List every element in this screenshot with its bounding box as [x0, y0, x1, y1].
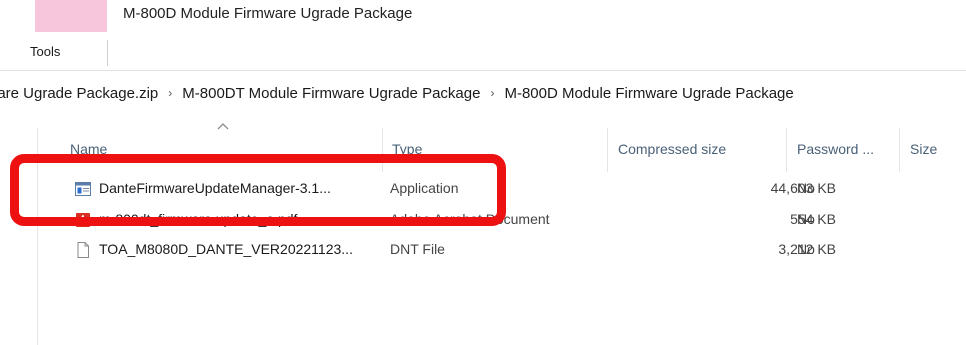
file-name[interactable]: TOA_M8080D_DANTE_VER20221123... [99, 241, 353, 257]
document-icon [77, 242, 89, 258]
column-divider[interactable] [899, 128, 900, 172]
file-password: No [797, 180, 815, 196]
column-divider[interactable] [607, 128, 608, 172]
breadcrumb-chevron-icon[interactable]: › [490, 86, 494, 100]
ribbon-tab-tools[interactable]: Tools [30, 44, 66, 59]
sort-ascending-icon [217, 123, 229, 130]
breadcrumb-chevron-icon[interactable]: › [168, 86, 172, 100]
highlight-box [10, 154, 506, 226]
file-type: DNT File [390, 241, 445, 257]
file-password: No [797, 241, 815, 257]
column-divider[interactable] [786, 128, 787, 172]
column-header-compressed-size[interactable]: Compressed size [618, 141, 726, 157]
window-title-accent [35, 0, 107, 32]
file-password: No [797, 211, 815, 227]
ribbon-tab-divider [107, 40, 108, 66]
column-header-password[interactable]: Password ... [797, 141, 874, 157]
breadcrumb-zip[interactable]: mware Ugrade Package.zip [0, 85, 158, 102]
breadcrumb-m800d-folder[interactable]: M-800D Module Firmware Ugrade Package [504, 85, 793, 102]
breadcrumb: mware Ugrade Package.zip › M-800DT Module … [0, 84, 966, 116]
window-title: M-800D Module Firmware Ugrade Package [123, 5, 413, 22]
breadcrumb-m800dt-folder[interactable]: M-800DT Module Firmware Ugrade Package [182, 85, 480, 102]
file-row[interactable]: TOA_M8080D_DANTE_VER20221123... DNT File… [50, 239, 966, 261]
ribbon-divider [0, 70, 966, 71]
column-header-size[interactable]: Size [910, 141, 937, 157]
